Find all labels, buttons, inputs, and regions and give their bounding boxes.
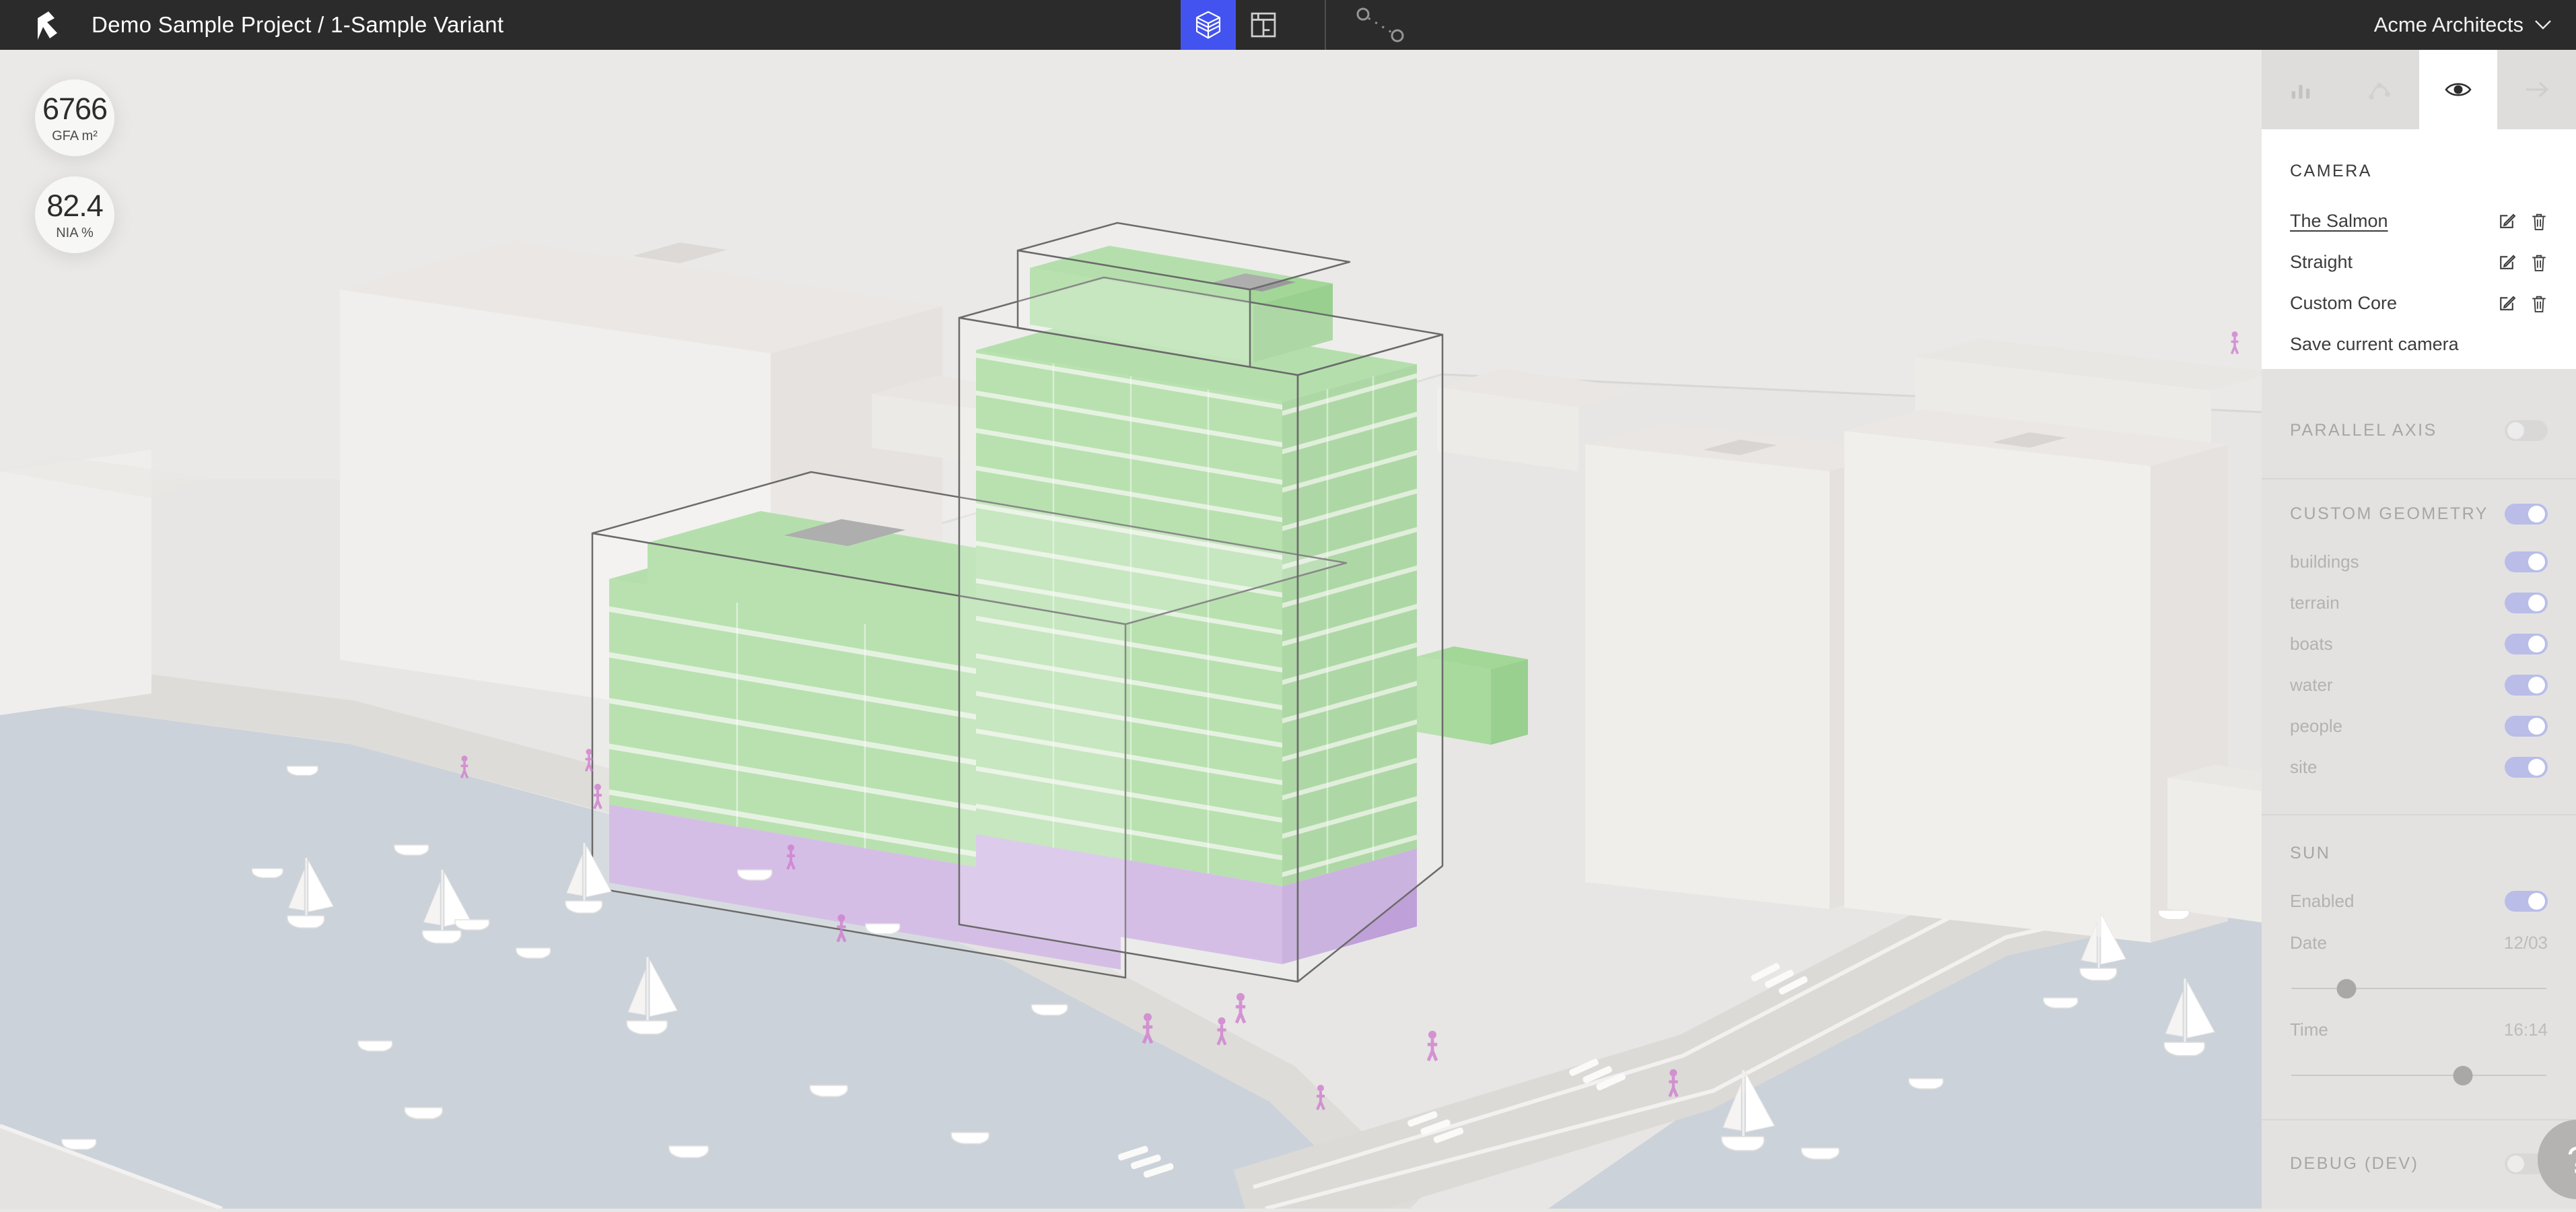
edit-icon[interactable] xyxy=(2497,294,2517,314)
slider-knob[interactable] xyxy=(2337,979,2357,999)
account-name: Acme Architects xyxy=(2374,13,2523,37)
custom-geometry-toggle[interactable] xyxy=(2505,504,2548,525)
panel-tabs xyxy=(2262,50,2576,129)
sun-enabled-toggle[interactable] xyxy=(2505,891,2548,912)
section-divider xyxy=(2262,814,2576,815)
tab-flows[interactable] xyxy=(2340,50,2419,129)
account-menu[interactable]: Acme Architects xyxy=(2374,0,2552,50)
camera-row: Straight xyxy=(2290,242,2548,283)
bar-chart-icon xyxy=(2289,79,2312,100)
app-logo-icon[interactable] xyxy=(35,9,61,40)
debug-label: DEBUG (DEV) xyxy=(2290,1154,2418,1174)
nia-stat-bubble: 82.4 NIA % xyxy=(35,176,114,253)
sun-time-label: Time xyxy=(2290,1019,2328,1040)
nia-value: 82.4 xyxy=(46,189,103,224)
tab-visibility[interactable] xyxy=(2419,50,2498,129)
eye-icon xyxy=(2445,80,2472,99)
parallel-axis-section: PARALLEL AXIS xyxy=(2262,410,2576,451)
camera-item-straight[interactable]: Straight xyxy=(2290,252,2353,273)
flow-icon xyxy=(2367,78,2392,101)
slider-track xyxy=(2291,988,2546,989)
measure-icon xyxy=(1354,5,1407,44)
camera-section: CAMERA The Salmon Straight Custom Core S… xyxy=(2262,129,2576,369)
sun-date-value: 12/03 xyxy=(2504,933,2548,953)
breadcrumb-title: Demo Sample Project / 1-Sample Variant xyxy=(92,12,503,38)
sun-date-slider[interactable] xyxy=(2290,975,2548,1002)
camera-row: Custom Core xyxy=(2290,283,2548,324)
parallel-axis-toggle[interactable] xyxy=(2505,420,2548,441)
gfa-unit: GFA m² xyxy=(52,129,98,144)
layer-water-toggle[interactable] xyxy=(2505,675,2548,696)
logo-glyph xyxy=(35,9,61,40)
save-current-camera-button[interactable]: Save current camera xyxy=(2290,324,2548,365)
plan-view-icon xyxy=(1250,11,1277,38)
camera-item-custom-core[interactable]: Custom Core xyxy=(2290,293,2397,314)
gfa-stat-bubble: 6766 GFA m² xyxy=(35,79,114,156)
sun-time-value: 16:14 xyxy=(2504,1019,2548,1040)
camera-item-the-salmon[interactable]: The Salmon xyxy=(2290,211,2388,232)
layer-water-label: water xyxy=(2290,675,2333,696)
sun-time-slider[interactable] xyxy=(2290,1062,2548,1089)
section-divider xyxy=(2262,478,2576,479)
3d-viewport[interactable] xyxy=(0,50,2262,1209)
arrow-right-icon xyxy=(2525,80,2549,99)
debug-section: DEBUG (DEV) xyxy=(2262,1143,2576,1184)
layer-people-label: people xyxy=(2290,716,2342,737)
parallel-axis-label: PARALLEL AXIS xyxy=(2290,421,2437,440)
3d-scene xyxy=(0,50,2262,1209)
layer-boats-toggle[interactable] xyxy=(2505,634,2548,654)
trash-icon[interactable] xyxy=(2530,252,2548,273)
layer-site-toggle[interactable] xyxy=(2505,757,2548,778)
edit-icon[interactable] xyxy=(2497,252,2517,273)
cube-3d-icon xyxy=(1194,9,1222,40)
camera-row: The Salmon xyxy=(2290,201,2548,242)
top-bar: Demo Sample Project / 1-Sample Variant xyxy=(0,0,2576,50)
edit-icon[interactable] xyxy=(2497,211,2517,232)
custom-geometry-section: CUSTOM GEOMETRY buildings terrain boats … xyxy=(2262,494,2576,788)
view-3d-button[interactable] xyxy=(1181,0,1236,50)
layer-boats-label: boats xyxy=(2290,634,2333,654)
sun-date-label: Date xyxy=(2290,933,2327,953)
right-panel: CAMERA The Salmon Straight Custom Core S… xyxy=(2262,50,2576,1209)
layer-terrain-toggle[interactable] xyxy=(2505,593,2548,613)
sun-header: SUN xyxy=(2290,844,2330,863)
measure-tool-button[interactable] xyxy=(1354,5,1407,44)
trash-icon[interactable] xyxy=(2530,294,2548,314)
view-toolbar xyxy=(1181,0,1407,50)
section-divider xyxy=(2262,1119,2576,1120)
custom-geometry-label: CUSTOM GEOMETRY xyxy=(2290,504,2488,524)
slider-knob[interactable] xyxy=(2453,1066,2472,1085)
nia-unit: NIA % xyxy=(56,226,94,241)
layer-buildings-label: buildings xyxy=(2290,551,2359,572)
layer-site-label: site xyxy=(2290,757,2317,778)
toolbar-divider xyxy=(1325,0,1326,50)
layer-people-toggle[interactable] xyxy=(2505,716,2548,737)
chevron-down-icon xyxy=(2534,20,2552,30)
slider-track xyxy=(2291,1075,2546,1076)
layer-buildings-toggle[interactable] xyxy=(2505,551,2548,572)
layer-terrain-label: terrain xyxy=(2290,593,2340,613)
sun-section: SUN Enabled Date 12/03 Time 16:14 xyxy=(2262,833,2576,1089)
camera-header: CAMERA xyxy=(2290,162,2548,181)
tab-export[interactable] xyxy=(2497,50,2576,129)
sun-enabled-label: Enabled xyxy=(2290,891,2354,912)
kpi-overlay: 6766 GFA m² 82.4 NIA % xyxy=(35,79,114,253)
gfa-value: 6766 xyxy=(42,92,107,127)
plan-view-button[interactable] xyxy=(1236,0,1291,50)
tab-statistics[interactable] xyxy=(2262,50,2340,129)
trash-icon[interactable] xyxy=(2530,211,2548,232)
